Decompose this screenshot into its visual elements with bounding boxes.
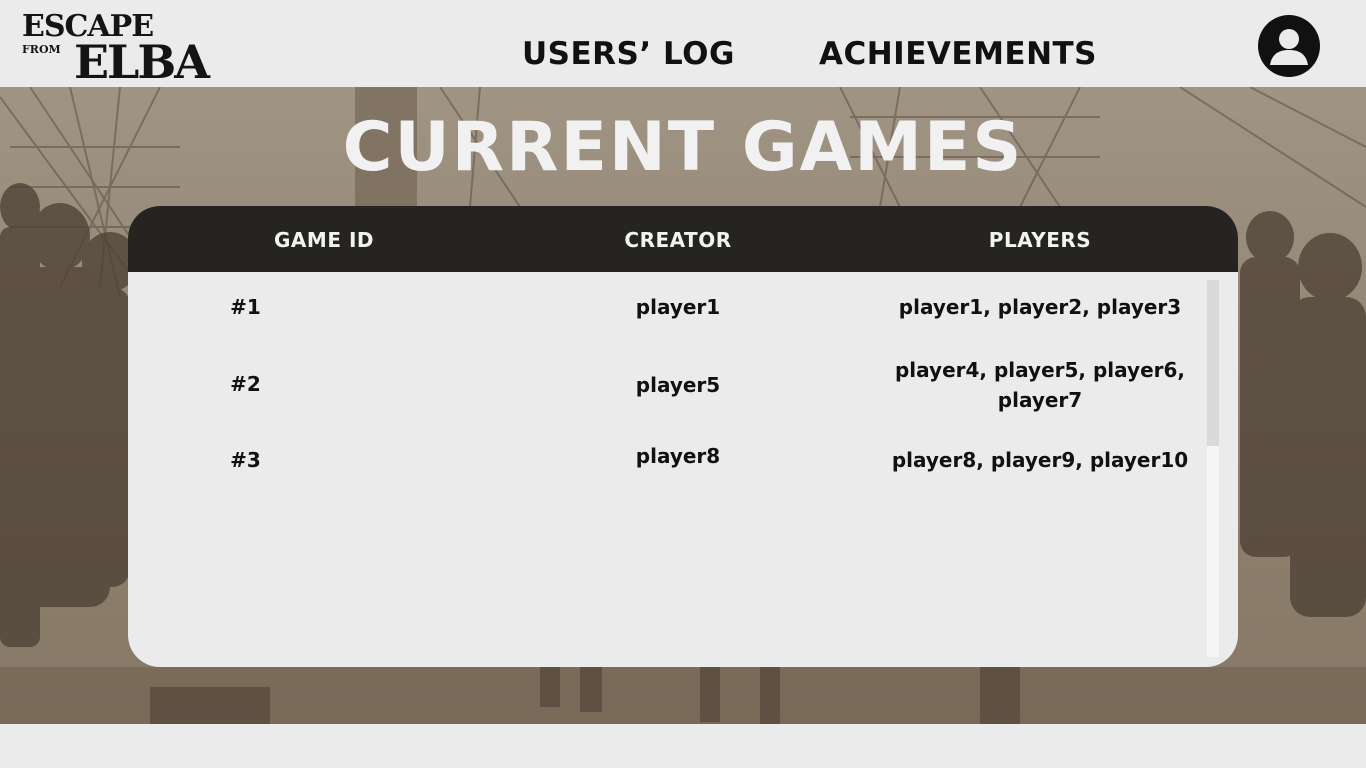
- creator-cell: player1: [635, 295, 721, 319]
- column-header-players: PLAYERS: [988, 228, 1092, 252]
- creator-cell: player5: [635, 373, 721, 397]
- column-header-game-id: GAME ID: [274, 228, 374, 252]
- person-icon: [1270, 29, 1308, 65]
- logo-small-text: FROM: [22, 43, 61, 56]
- logo-line2: ELBA: [74, 35, 210, 89]
- nav-achievements-link[interactable]: ACHIEVEMENTS: [819, 34, 1097, 74]
- table-row[interactable]: #2 player5 player4, player5, player6, pl…: [128, 354, 1203, 430]
- top-navigation-bar: ESCAPE FROM ELBA USERS’ LOG ACHIEVEMENTS: [0, 0, 1366, 87]
- table-scrollbar[interactable]: [1207, 280, 1219, 657]
- escape-from-elba-logo[interactable]: ESCAPE FROM ELBA: [22, 12, 252, 89]
- game-id-cell: #1: [230, 295, 261, 319]
- table-header: GAME ID CREATOR PLAYERS: [128, 206, 1238, 272]
- scrollbar-thumb[interactable]: [1207, 280, 1219, 446]
- game-id-cell: #2: [230, 372, 261, 396]
- players-cell: player4, player5, player6, player7: [894, 358, 1186, 412]
- table-row[interactable]: #3 player8 player8, player9, player10: [128, 441, 1203, 517]
- nav-users-log-link[interactable]: USERS’ LOG: [522, 34, 735, 74]
- user-avatar-icon[interactable]: [1258, 15, 1320, 77]
- players-cell: player8, player9, player10: [891, 448, 1189, 472]
- players-cell: player1, player2, player3: [898, 295, 1182, 319]
- column-header-creator: CREATOR: [624, 228, 732, 252]
- current-games-table: GAME ID CREATOR PLAYERS #1 player1 playe…: [128, 206, 1238, 667]
- game-id-cell: #3: [230, 448, 261, 472]
- page-title: CURRENT GAMES: [342, 108, 1024, 187]
- creator-cell: player8: [635, 444, 721, 468]
